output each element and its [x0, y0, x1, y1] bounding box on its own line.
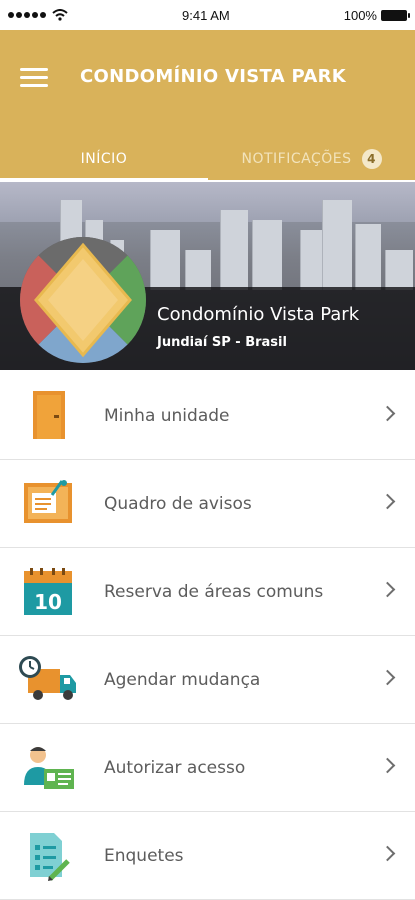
tab-inicio[interactable]: INÍCIO — [0, 138, 208, 182]
menu-item-label: Agendar mudança — [104, 670, 261, 690]
tab-bar: INÍCIO NOTIFICAÇÕES 4 — [0, 138, 415, 182]
status-bar: 9:41 AM 100% — [0, 0, 415, 30]
chevron-right-icon — [379, 845, 396, 862]
menu-item-enquetes[interactable]: Enquetes — [0, 812, 415, 900]
moving-truck-icon — [19, 656, 76, 700]
chevron-right-icon — [379, 405, 396, 422]
status-time: 9:41 AM — [182, 7, 230, 23]
menu-item-quadro-de-avisos[interactable]: Quadro de avisos — [0, 460, 415, 548]
menu-item-reserva-areas[interactable]: 10 Reserva de áreas comuns — [0, 548, 415, 636]
condominium-banner: Condomínio Vista Park Jundiaí SP - Brasi… — [0, 182, 415, 370]
app-header: CONDOMÍNIO VISTA PARK INÍCIO NOTIFICAÇÕE… — [0, 30, 415, 182]
wifi-icon — [52, 9, 68, 21]
signal-dots-icon — [8, 12, 46, 18]
menu-item-label: Autorizar acesso — [104, 758, 246, 778]
notice-board-icon — [24, 480, 72, 523]
calendar-number: 10 — [34, 590, 62, 614]
survey-icon — [30, 833, 70, 881]
menu-item-autorizar-acesso[interactable]: Autorizar acesso — [0, 724, 415, 812]
tab-label: INÍCIO — [80, 151, 128, 167]
menu-item-agendar-mudanca[interactable]: Agendar mudança — [0, 636, 415, 724]
access-card-icon — [24, 747, 74, 789]
signal-area — [8, 9, 68, 21]
notification-count-badge: 4 — [361, 149, 382, 169]
main-menu: Minha unidade Quadro de avisos 10 Reserv… — [0, 372, 415, 900]
tab-label: NOTIFICAÇÕES — [241, 151, 352, 167]
menu-item-label: Reserva de áreas comuns — [104, 582, 324, 602]
calendar-icon: 10 — [24, 568, 72, 615]
menu-item-minha-unidade[interactable]: Minha unidade — [0, 372, 415, 460]
chevron-right-icon — [379, 493, 396, 510]
condominium-name: Condomínio Vista Park — [157, 304, 360, 325]
chevron-right-icon — [379, 581, 396, 598]
chevron-right-icon — [379, 669, 396, 686]
menu-item-label: Enquetes — [104, 846, 184, 866]
tab-notificacoes[interactable]: NOTIFICAÇÕES 4 — [208, 138, 415, 180]
condominium-location: Jundiaí SP - Brasil — [157, 335, 287, 350]
door-icon — [33, 391, 65, 439]
chevron-right-icon — [379, 757, 396, 774]
hamburger-menu-icon[interactable] — [20, 68, 48, 88]
battery-icon — [380, 9, 410, 21]
battery-percent: 100% — [343, 7, 377, 23]
condominium-logo — [20, 237, 146, 363]
menu-item-label: Quadro de avisos — [104, 494, 252, 514]
menu-item-label: Minha unidade — [104, 406, 230, 426]
battery-area: 100% — [343, 7, 410, 23]
page-title: CONDOMÍNIO VISTA PARK — [80, 66, 347, 87]
